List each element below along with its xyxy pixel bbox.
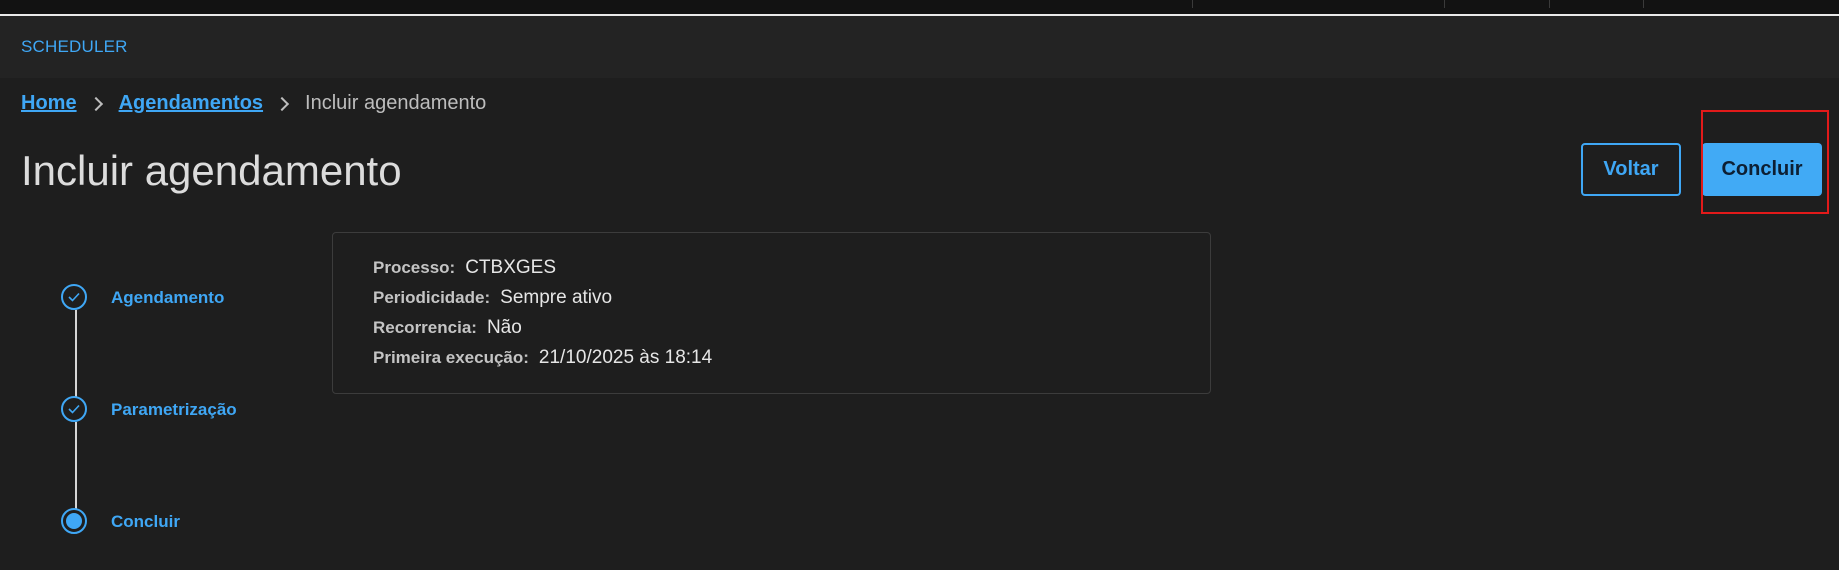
step-label-agendamento[interactable]: Agendamento — [111, 288, 224, 308]
summary-value: Não — [486, 317, 522, 338]
summary-value: Sempre ativo — [500, 287, 613, 308]
step-done-check-icon[interactable] — [61, 284, 87, 310]
summary-value: 21/10/2025 às 18:14 — [538, 347, 713, 368]
top-separator — [1444, 0, 1445, 8]
chevron-right-icon — [88, 96, 103, 111]
chevron-right-icon — [274, 96, 290, 111]
step-active-dot-icon[interactable] — [61, 508, 87, 534]
app-bar: SCHEDULER — [0, 16, 1839, 78]
finish-button[interactable]: Concluir — [1702, 143, 1822, 196]
browser-top-strip — [0, 0, 1839, 14]
step-label-concluir[interactable]: Concluir — [111, 512, 180, 532]
summary-row-recorrencia: Recorrencia: Não — [373, 317, 522, 339]
breadcrumb-current: Incluir agendamento — [305, 92, 487, 114]
summary-row-periodicidade: Periodicidade: Sempre ativo — [373, 287, 612, 309]
step-label-parametrizacao[interactable]: Parametrização — [111, 400, 237, 420]
top-separator — [1643, 0, 1644, 8]
back-button[interactable]: Voltar — [1581, 143, 1681, 196]
step-done-check-icon[interactable] — [61, 396, 87, 422]
active-dot — [66, 513, 82, 529]
top-separator — [1192, 0, 1193, 8]
step-connector — [75, 310, 77, 398]
page-title: Incluir agendamento — [21, 147, 402, 194]
top-separator — [1549, 0, 1550, 8]
summary-key: Processo: — [373, 258, 456, 277]
breadcrumb-agendamentos-link[interactable]: Agendamentos — [119, 92, 263, 115]
summary-value: CTBXGES — [465, 257, 557, 278]
app-brand[interactable]: SCHEDULER — [21, 37, 128, 57]
summary-card: Processo: CTBXGES Periodicidade: Sempre … — [332, 232, 1211, 394]
breadcrumb: Home Agendamentos Incluir agendamento — [21, 92, 486, 115]
summary-key: Recorrencia: — [373, 318, 477, 337]
step-connector — [75, 422, 77, 510]
summary-row-processo: Processo: CTBXGES — [373, 257, 556, 279]
breadcrumb-home-link[interactable]: Home — [21, 92, 77, 115]
summary-row-primeira-execucao: Primeira execução: 21/10/2025 às 18:14 — [373, 347, 712, 369]
summary-key: Primeira execução: — [373, 348, 529, 367]
summary-key: Periodicidade: — [373, 288, 491, 307]
